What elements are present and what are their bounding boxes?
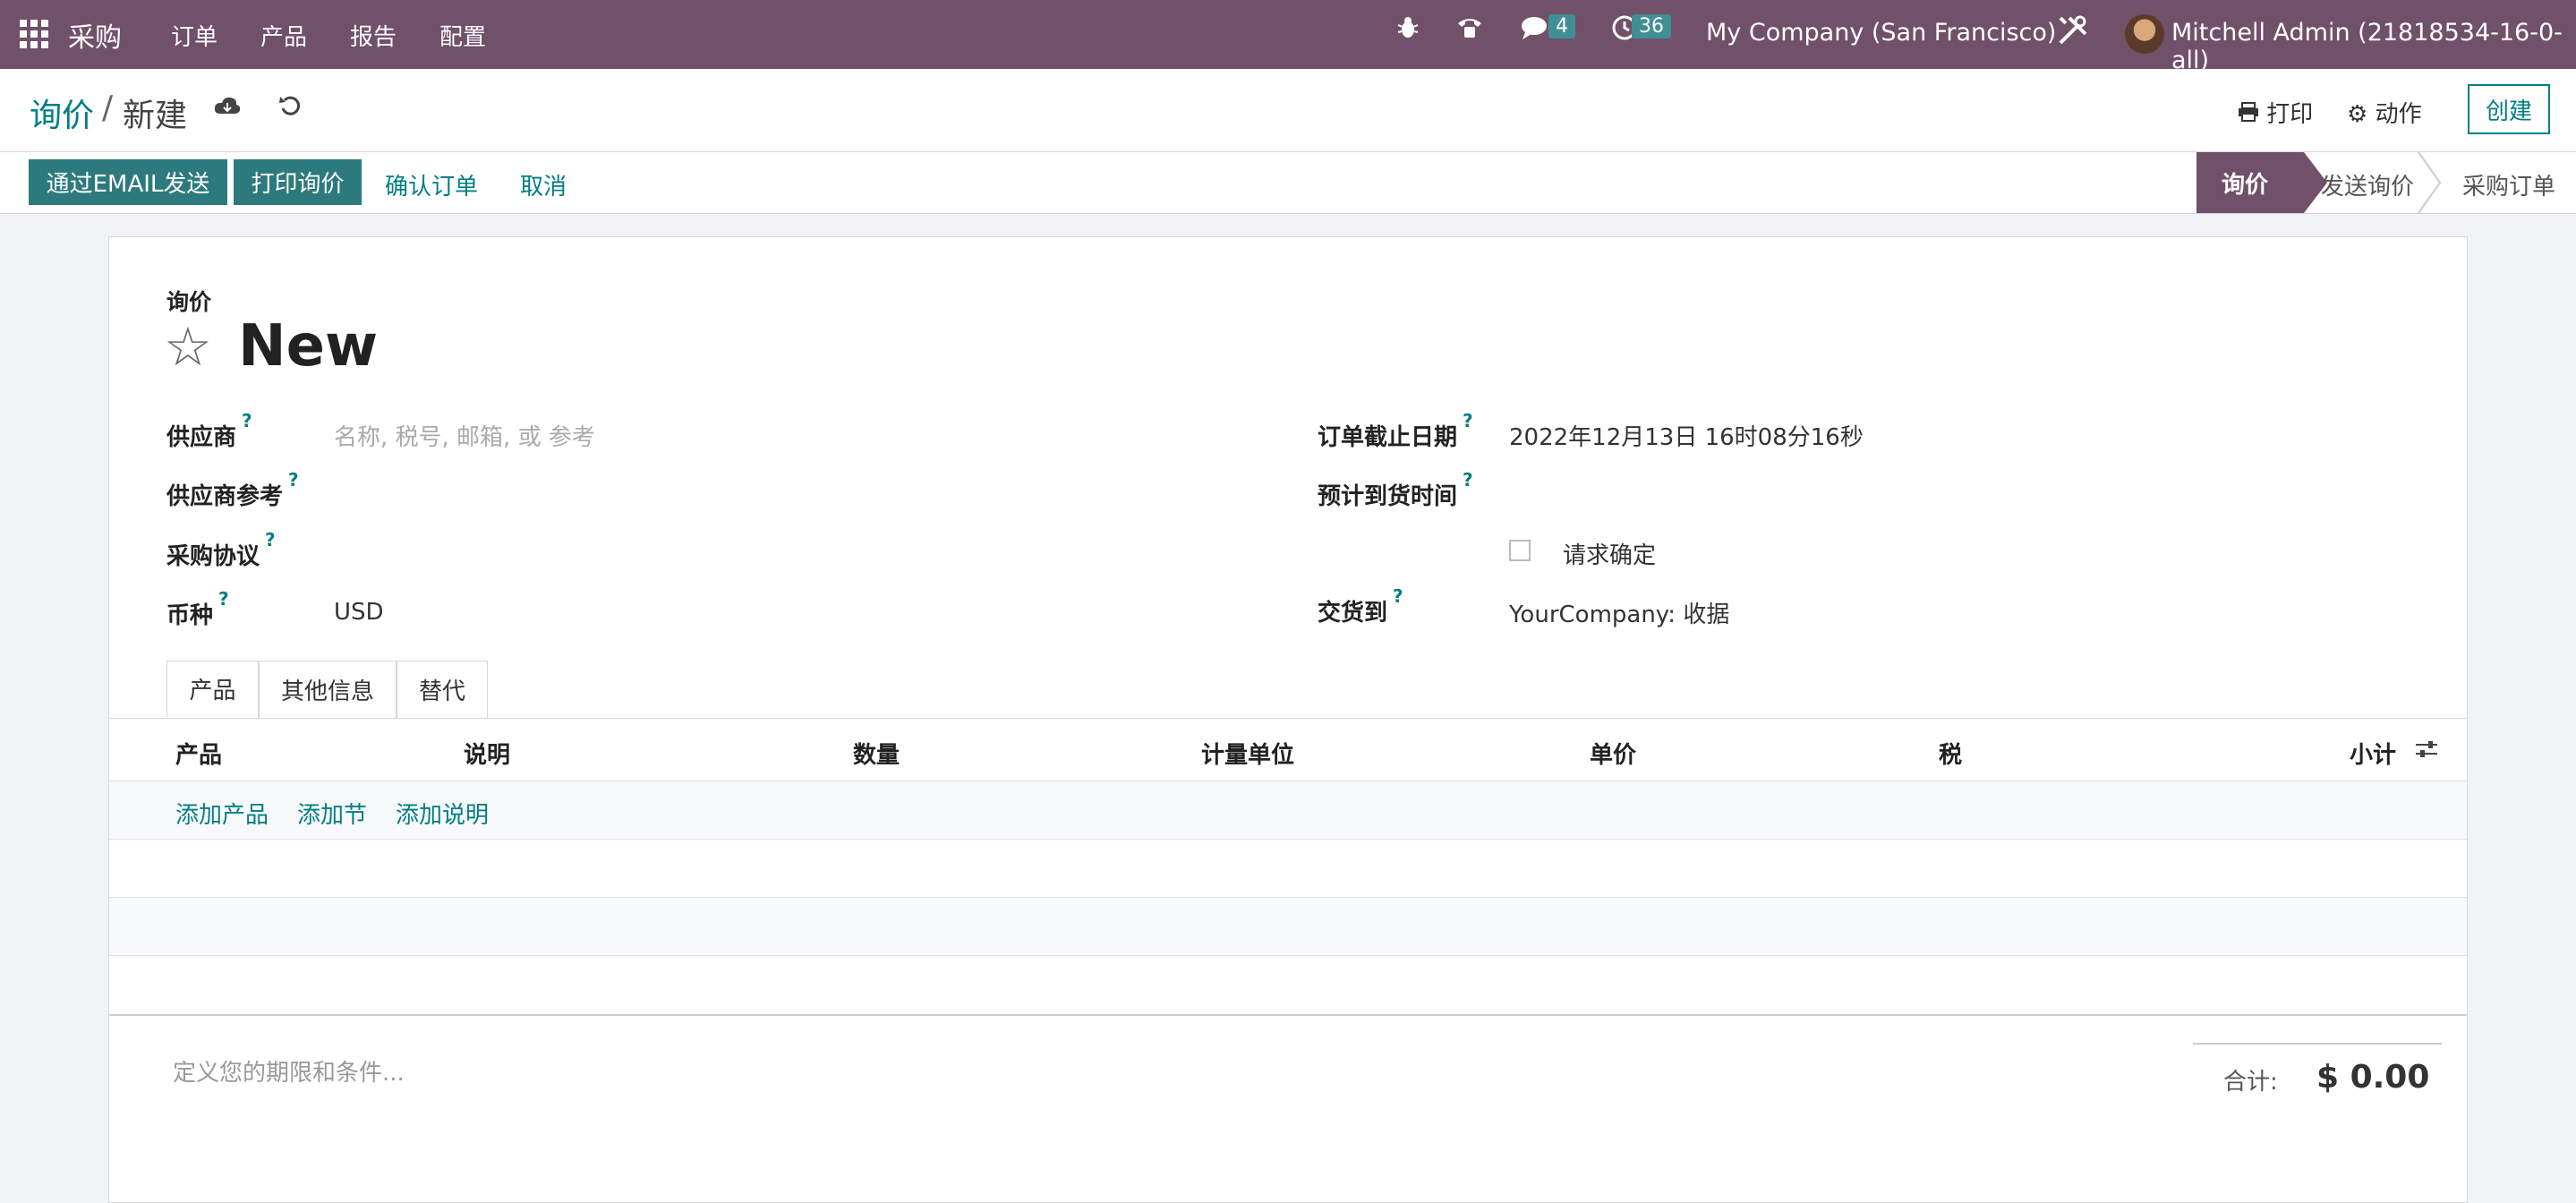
print-rfq-button[interactable]: 打印询价: [234, 159, 362, 205]
row-divider: [109, 955, 2467, 956]
vendor-help[interactable]: ?: [242, 410, 252, 431]
stage-rfq[interactable]: 询价: [2196, 152, 2304, 213]
col-product[interactable]: 产品: [175, 737, 222, 770]
col-uom[interactable]: 计量单位: [1201, 737, 1294, 770]
order-deadline-help[interactable]: ?: [1463, 410, 1473, 431]
vendor-reference-label: 供应商参考: [166, 483, 284, 510]
ask-confirmation-checkbox[interactable]: [1509, 540, 1531, 561]
cancel-button[interactable]: 取消: [520, 168, 567, 201]
tab-divider: [108, 718, 2468, 719]
vendor-label: 供应商: [166, 424, 237, 451]
vendor-reference-help[interactable]: ?: [288, 469, 299, 491]
tab-other-info[interactable]: 其他信息: [259, 661, 397, 718]
table-bottom-border: [109, 1014, 2467, 1016]
stage-rfq-sent[interactable]: 发送询价: [2321, 168, 2414, 201]
col-quantity[interactable]: 数量: [853, 737, 900, 770]
doc-type-label: 询价: [166, 289, 212, 315]
deliver-to-field[interactable]: YourCompany: 收据: [1509, 596, 1729, 629]
deliver-to-help[interactable]: ?: [1393, 585, 1403, 607]
form-sheet: [108, 236, 2468, 1203]
terms-conditions-input[interactable]: 定义您的期限和条件...: [173, 1054, 405, 1088]
order-deadline-field[interactable]: 2022年12月13日 16时08分16秒: [1509, 419, 1864, 452]
breadcrumb-current: 新建: [123, 98, 188, 134]
tab-alternatives[interactable]: 替代: [397, 661, 488, 718]
col-subtotal[interactable]: 小计: [2350, 737, 2396, 770]
expected-arrival-input[interactable]: [1509, 474, 2046, 507]
breadcrumb-separator: /: [102, 90, 114, 126]
add-section-link[interactable]: 添加节: [297, 797, 367, 830]
stage-separator: [2418, 152, 2442, 213]
app-name[interactable]: 采购: [68, 15, 122, 55]
control-panel: [0, 69, 2576, 152]
menu-orders[interactable]: 订单: [171, 19, 218, 52]
row-divider: [109, 897, 2467, 898]
breadcrumb-parent[interactable]: 询价: [30, 90, 94, 136]
add-note-link[interactable]: 添加说明: [396, 797, 489, 830]
purchase-agreement-label: 采购协议: [166, 543, 260, 570]
optional-columns-icon[interactable]: [2414, 738, 2439, 764]
deliver-to-label: 交货到: [1318, 600, 1388, 627]
printer-icon: [2239, 102, 2258, 122]
print-menu[interactable]: 打印: [2238, 96, 2313, 129]
total-divider: [2193, 1043, 2442, 1045]
record-name: New: [238, 313, 379, 380]
menu-reports[interactable]: 报告: [350, 19, 397, 52]
row-divider: [109, 839, 2467, 840]
currency-field[interactable]: USD: [334, 599, 384, 626]
purchase-agreement-input[interactable]: [334, 534, 871, 567]
print-label: 打印: [2266, 101, 2314, 128]
apps-grid-icon[interactable]: [20, 20, 48, 48]
user-menu[interactable]: Mitchell Admin (21818534-16-0-all): [2171, 19, 2576, 74]
phone-icon[interactable]: [1455, 14, 1484, 47]
messages-badge: 4: [1548, 14, 1575, 38]
col-taxes[interactable]: 税: [1939, 737, 1962, 770]
priority-star-icon[interactable]: ☆: [164, 320, 212, 374]
col-description[interactable]: 说明: [464, 737, 510, 770]
company-switcher[interactable]: My Company (San Francisco): [1706, 19, 2056, 47]
empty-row: [109, 898, 2467, 955]
order-deadline-label: 订单截止日期: [1318, 424, 1458, 451]
messages-icon[interactable]: [1520, 14, 1552, 47]
menu-configuration[interactable]: 配置: [439, 19, 486, 52]
create-button[interactable]: 创建: [2468, 84, 2550, 134]
debug-bug-icon[interactable]: [1396, 14, 1420, 47]
col-unit-price[interactable]: 单价: [1590, 737, 1636, 770]
vendor-input[interactable]: 名称, 税号, 邮箱, 或 参考: [334, 419, 595, 452]
action-menu[interactable]: ⚙ 动作: [2347, 96, 2422, 129]
currency-label: 币种: [166, 602, 214, 629]
total-amount: $ 0.00: [2316, 1059, 2430, 1096]
ask-confirmation-label: 请求确定: [1563, 542, 1657, 569]
menu-products[interactable]: 产品: [260, 19, 307, 52]
save-cloud-icon[interactable]: [213, 93, 242, 124]
discard-undo-icon[interactable]: [277, 93, 303, 125]
stage-purchase-order[interactable]: 采购订单: [2462, 168, 2555, 201]
expected-arrival-help[interactable]: ?: [1463, 469, 1473, 491]
confirm-order-button[interactable]: 确认订单: [385, 168, 478, 201]
gear-icon: ⚙: [2347, 101, 2368, 128]
currency-help[interactable]: ?: [218, 588, 229, 610]
total-label: 合计:: [2223, 1069, 2278, 1096]
vendor-reference-input[interactable]: [334, 474, 871, 507]
tab-products[interactable]: 产品: [166, 661, 259, 718]
top-navbar: 采购 订单 产品 报告 配置 4 36 My Company (San Fran…: [0, 0, 2576, 74]
activities-badge: 36: [1632, 14, 1671, 38]
purchase-agreement-help[interactable]: ?: [265, 529, 276, 550]
action-label: 动作: [2375, 101, 2422, 128]
tools-icon[interactable]: [2057, 14, 2089, 53]
add-product-link[interactable]: 添加产品: [175, 797, 269, 830]
expected-arrival-label: 预计到货时间: [1318, 483, 1458, 510]
send-by-email-button[interactable]: 通过EMAIL发送: [29, 159, 227, 205]
user-avatar[interactable]: [2125, 14, 2164, 54]
